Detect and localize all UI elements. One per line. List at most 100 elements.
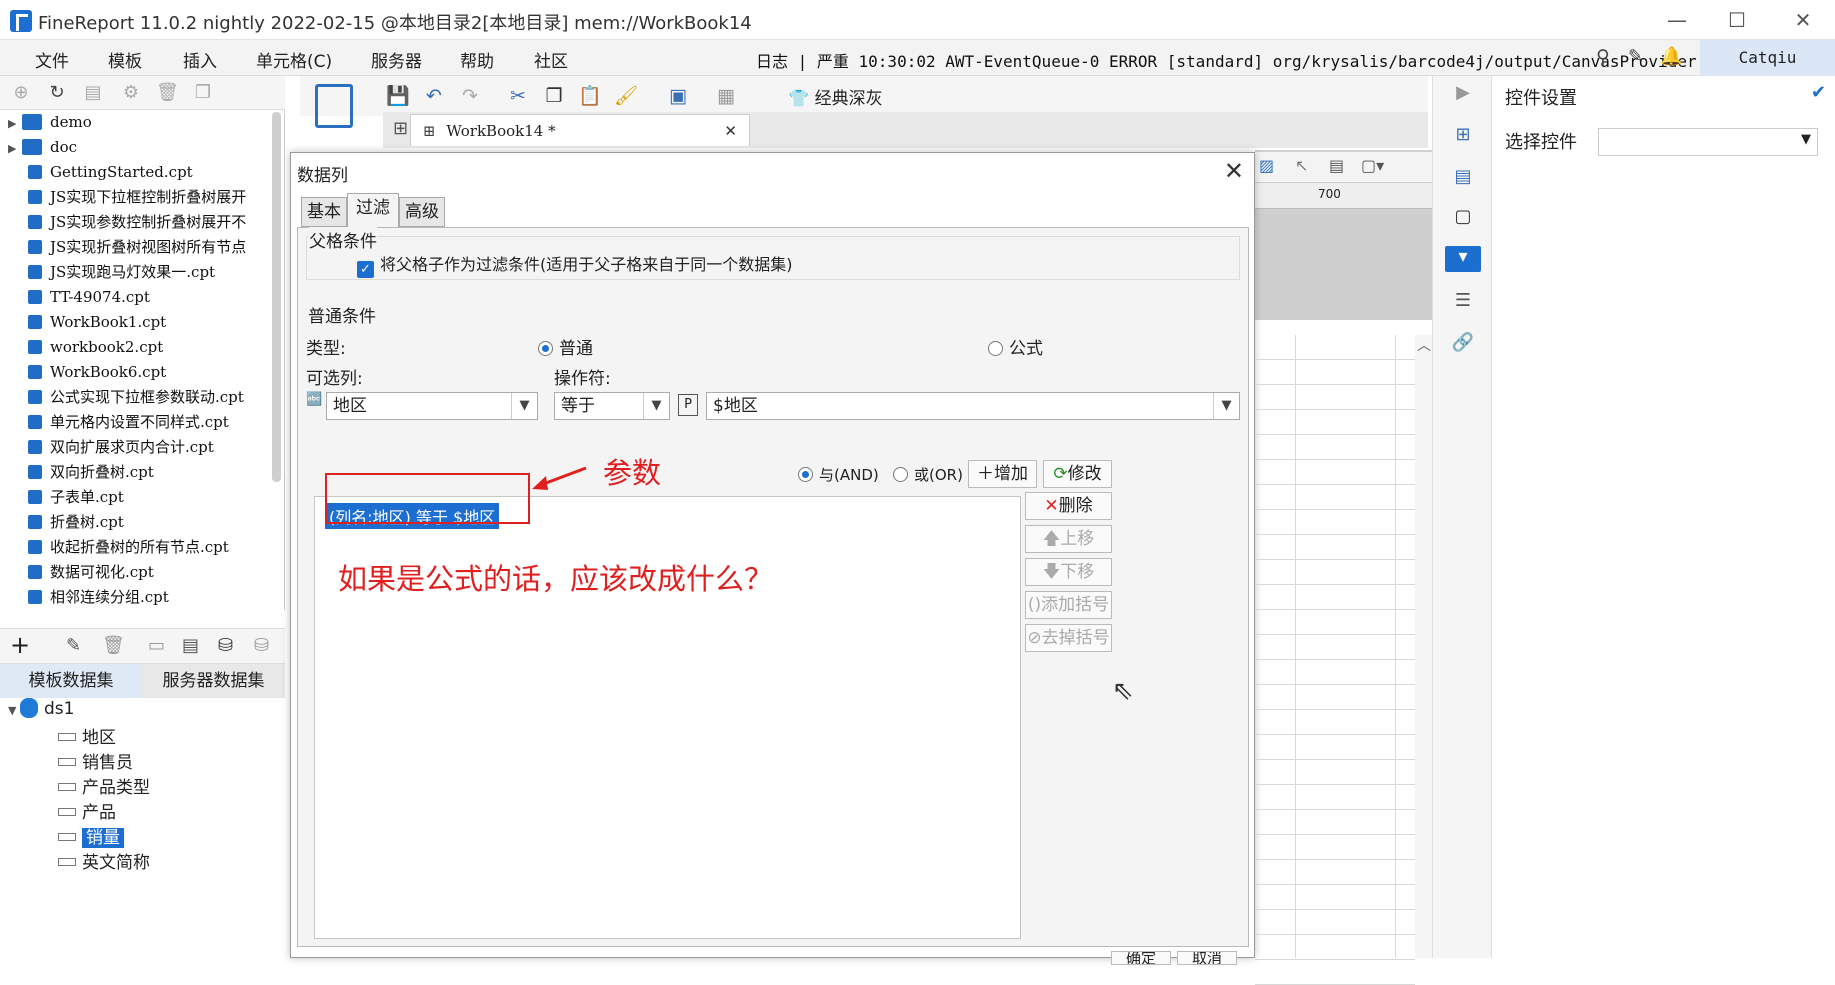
maximize-button[interactable]: ☐ [1717, 6, 1757, 34]
tab-basic[interactable]: 基本 [301, 197, 347, 227]
tree-file[interactable]: JS实现参数控制折叠树展开不 [28, 210, 246, 235]
add-button[interactable]: ＋增加 [968, 460, 1037, 488]
radio-and[interactable]: 与(AND) [798, 464, 879, 485]
dataset-column[interactable]: 产品类型 [58, 773, 150, 798]
tree-file[interactable]: workbook2.cpt [28, 335, 163, 360]
delete-icon[interactable]: 🗑 [102, 635, 125, 656]
tree-file[interactable]: 折叠树.cpt [28, 510, 124, 535]
sheet-scrollbar[interactable]: ︿ [1415, 335, 1433, 958]
delete-icon[interactable]: 🗑 [156, 82, 179, 104]
parent-checkbox[interactable]: ✓ 将父格子作为过滤条件(适用于父子格来自于同一个数据集) [357, 251, 793, 278]
expand-icon[interactable]: ▶ [8, 111, 22, 136]
refresh-icon[interactable]: ↻ [46, 82, 68, 104]
tree-file[interactable]: JS实现跑马灯效果一.cpt [28, 260, 215, 285]
log-status[interactable]: 日志 | 严重 10:30:02 AWT-EventQueue-0 ERROR … [756, 48, 1697, 72]
dataset-column[interactable]: 销售员 [58, 748, 133, 773]
tree-file[interactable]: JS实现折叠树视图树所有节点 [28, 235, 246, 260]
tree-folder[interactable]: ▶ doc [8, 135, 77, 160]
tree-scrollbar[interactable] [272, 112, 281, 482]
menu-cell[interactable]: 单元格(C) [256, 47, 332, 72]
menu-server[interactable]: 服务器 [371, 47, 422, 72]
tree-file[interactable]: 收起折叠树的所有节点.cpt [28, 535, 229, 560]
tree-file[interactable]: GettingStarted.cpt [28, 160, 193, 185]
copy-icon[interactable]: ❐ [542, 84, 566, 108]
preview-icon[interactable]: ▣ [666, 84, 690, 108]
param-type-icon[interactable]: P [678, 394, 698, 416]
minimize-button[interactable]: — [1657, 6, 1697, 34]
sheet-grid[interactable] [1255, 335, 1435, 958]
format-painter-icon[interactable]: 🖌 [614, 84, 638, 108]
cell-attr-icon[interactable]: ⊞ [1451, 124, 1475, 146]
new-folder-icon[interactable]: ⊕ [10, 82, 32, 104]
tab-server-dataset[interactable]: 服务器数据集 [142, 664, 285, 698]
dataset-column[interactable]: 英文简称 [58, 848, 150, 873]
redo-icon[interactable]: ↷ [458, 84, 482, 108]
settings-icon[interactable]: ⚙ [120, 82, 142, 104]
condition-icon[interactable]: ☰ [1451, 290, 1475, 312]
collapse-icon[interactable]: ▶ [1451, 82, 1475, 104]
expand-icon[interactable]: ▶ [8, 136, 22, 161]
move-up-button[interactable]: 🡅上移 [1025, 525, 1112, 553]
radio-normal[interactable]: 普通 [538, 334, 593, 359]
tab-workbook14[interactable]: ⊞ WorkBook14 * ✕ [410, 114, 750, 146]
close-tab-icon[interactable]: ✕ [724, 115, 737, 147]
save-icon[interactable]: 💾 [386, 84, 410, 108]
tab-template-dataset[interactable]: 模板数据集 [0, 664, 142, 698]
menu-help[interactable]: 帮助 [460, 47, 494, 72]
menu-template[interactable]: 模板 [108, 47, 142, 72]
menu-insert[interactable]: 插入 [183, 47, 217, 72]
tab-filter[interactable]: 过滤 [347, 193, 399, 227]
undo-icon[interactable]: ↶ [422, 84, 446, 108]
widget-settings-icon[interactable]: ▾ [1445, 246, 1481, 272]
preview-icon[interactable]: ▭ [148, 635, 165, 656]
search-icon[interactable]: ⚲ [1596, 46, 1610, 68]
user-name[interactable]: Catqiu [1700, 40, 1835, 76]
tree-file[interactable]: TT-49074.cpt [28, 285, 150, 310]
abc-type-icon[interactable]: 🔤 [306, 392, 322, 407]
widget-select[interactable]: ▼ [1598, 128, 1818, 156]
tree-file[interactable]: 子表单.cpt [28, 485, 124, 510]
tree-file[interactable]: JS实现下拉框控制折叠树展开 [28, 185, 246, 210]
cell-element-icon[interactable]: ▤ [1451, 166, 1475, 188]
menu-file[interactable]: 文件 [35, 47, 69, 72]
style-theme-button[interactable]: 👕 经典深灰 [788, 84, 883, 109]
tree-file[interactable]: 单元格内设置不同样式.cpt [28, 410, 229, 435]
image-icon[interactable]: ▦ [714, 84, 738, 108]
copy-icon[interactable]: ❐ [192, 82, 214, 104]
close-window-button[interactable]: ✕ [1783, 6, 1823, 34]
dataset-column[interactable]: 地区 [58, 723, 116, 748]
add-parentheses-button[interactable]: ()添加括号 [1025, 591, 1112, 619]
menu-community[interactable]: 社区 [534, 47, 568, 72]
ok-button[interactable]: 确定 [1111, 951, 1171, 965]
hyperlink-icon[interactable]: 🔗 [1451, 332, 1475, 354]
remove-parentheses-button[interactable]: ⊘去掉括号 [1025, 624, 1112, 652]
paste-icon[interactable]: 📋 [578, 84, 602, 108]
delete-button[interactable]: ✕删除 [1025, 492, 1112, 520]
open-icon[interactable]: ▤ [82, 82, 104, 104]
cancel-button[interactable]: 取消 [1177, 951, 1237, 965]
dataset-icon[interactable]: ▤ [182, 635, 199, 656]
template-icon[interactable] [315, 84, 353, 128]
dataset-column[interactable]: 产品 [58, 798, 116, 823]
tree-file[interactable]: WorkBook6.cpt [28, 360, 166, 385]
tree-file[interactable]: WorkBook1.cpt [28, 310, 166, 335]
dataset-column[interactable]: 销量 [58, 823, 124, 848]
float-element-icon[interactable]: ▢ [1451, 206, 1475, 228]
add-icon[interactable]: + [10, 631, 30, 659]
radio-or[interactable]: 或(OR) [893, 464, 963, 485]
grid-icon[interactable]: ⊞ [393, 118, 408, 139]
radio-formula[interactable]: 公式 [988, 334, 1043, 359]
value-select[interactable]: $地区 ▼ [706, 392, 1240, 420]
tree-file[interactable]: 双向折叠树.cpt [28, 460, 154, 485]
database-icon[interactable]: ⛁ [218, 635, 233, 656]
column-select[interactable]: 地区 ▼ [326, 392, 538, 420]
tree-folder[interactable]: ▶ demo [8, 110, 92, 135]
dataset-ds1[interactable]: ▼ ds1 [8, 698, 74, 723]
bell-icon[interactable]: 🔔 [1660, 46, 1682, 67]
tree-file[interactable]: 双向扩展求页内合计.cpt [28, 435, 214, 460]
database-settings-icon[interactable]: ⛁ [254, 635, 269, 656]
edit-icon[interactable]: ✔ [1811, 82, 1826, 103]
tab-advanced[interactable]: 高级 [399, 197, 445, 227]
move-down-button[interactable]: 🡇下移 [1025, 558, 1112, 586]
tree-file[interactable]: 相邻连续分组.cpt [28, 585, 169, 610]
